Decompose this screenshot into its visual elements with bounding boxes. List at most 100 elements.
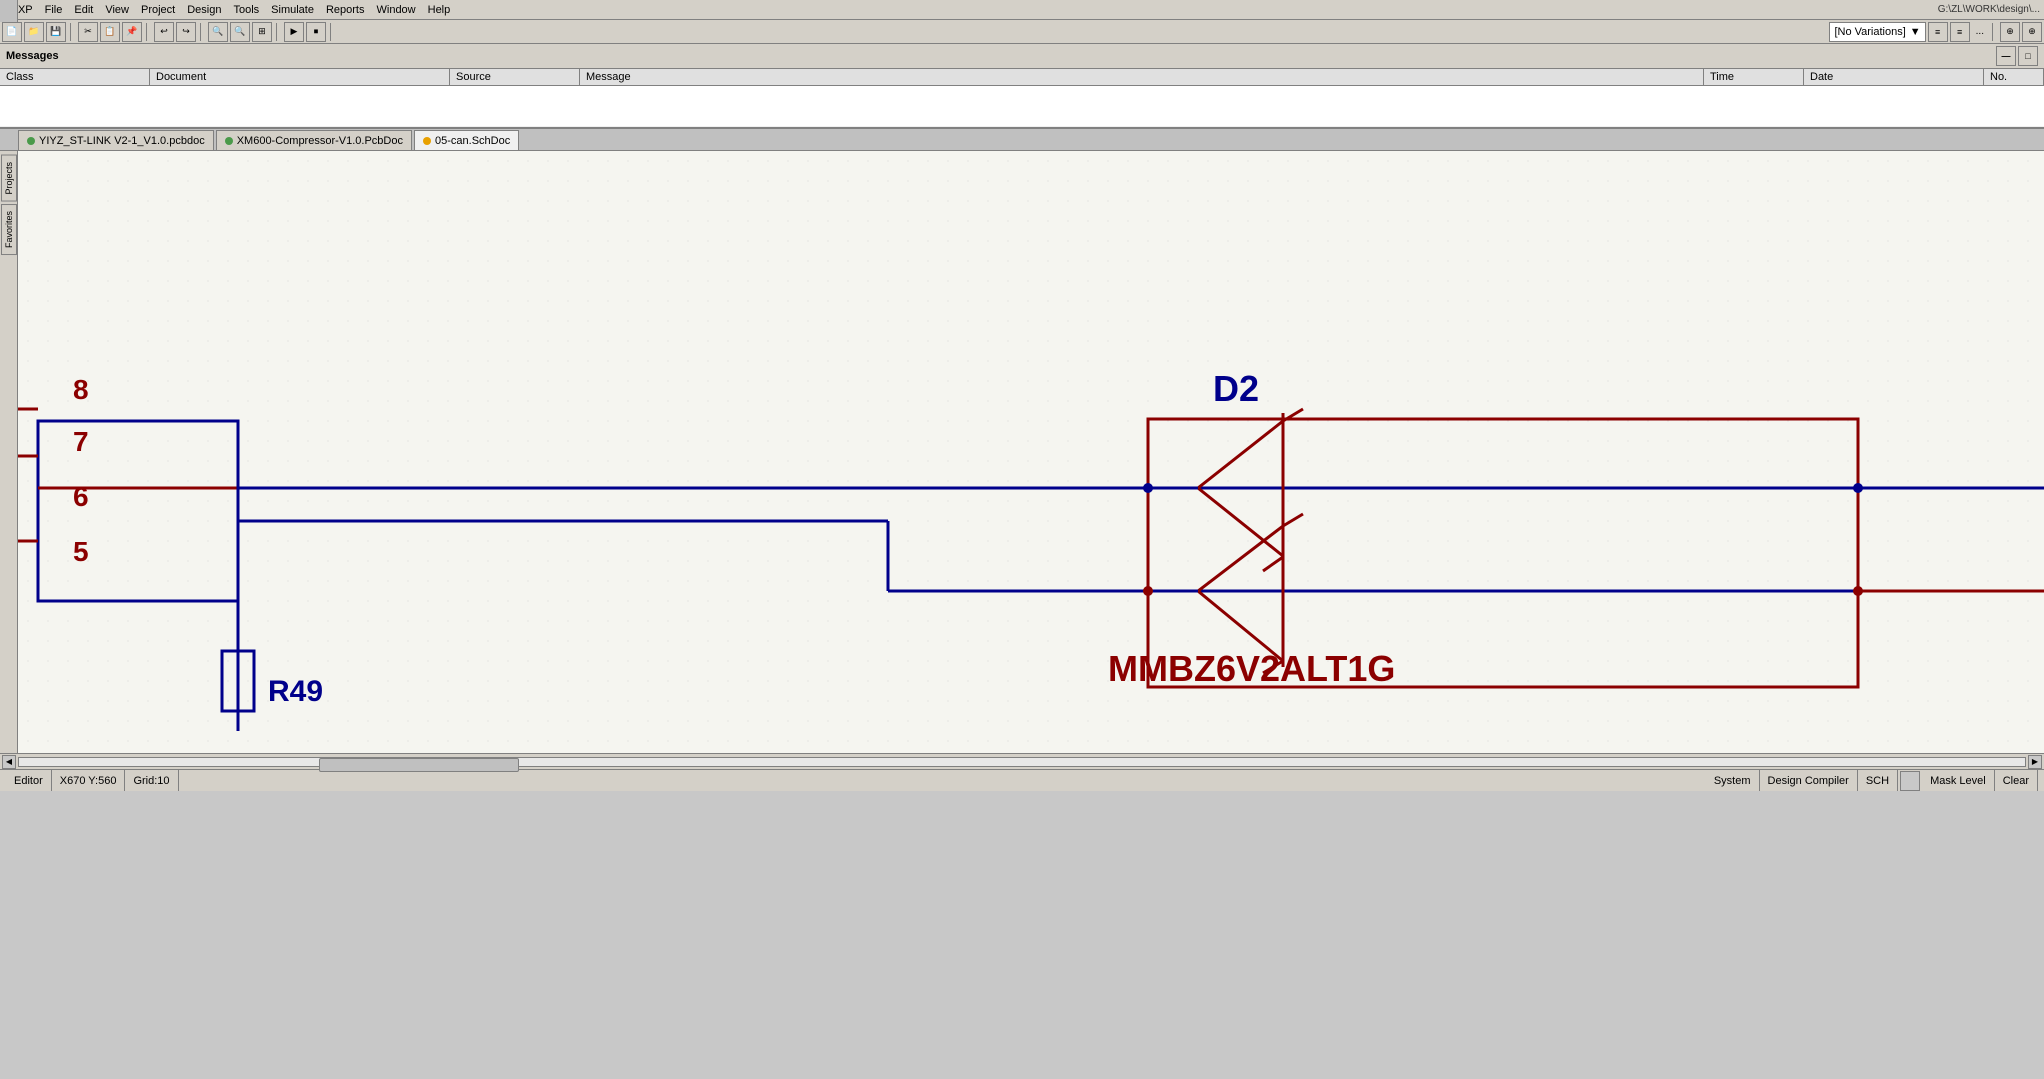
menu-bar: DXP File Edit View Project Design Tools …	[0, 0, 2044, 20]
scroll-bar-h[interactable]: ◀ ▶	[0, 753, 2044, 769]
tab-left-edge	[0, 0, 18, 22]
editor-label: Editor	[14, 775, 43, 787]
scroll-thumb-h[interactable]	[319, 758, 519, 772]
tab-label-1: YIYZ_ST-LINK V2-1_V1.0.pcbdoc	[39, 135, 205, 147]
tab-dot-2	[225, 137, 233, 145]
scroll-left-btn[interactable]: ◀	[2, 755, 16, 769]
zoom-fit-btn[interactable]: ⊞	[252, 22, 272, 42]
favorites-tab[interactable]: Favorites	[1, 204, 17, 255]
pin-7-label: 7	[73, 426, 89, 457]
menu-item-simulate[interactable]: Simulate	[265, 4, 320, 16]
part-label: MMBZ6V2ALT1G	[1108, 648, 1395, 689]
status-icon1	[1900, 771, 1920, 791]
sch-section[interactable]: SCH	[1858, 770, 1898, 791]
sch-label: SCH	[1866, 775, 1889, 787]
menu-item-tools[interactable]: Tools	[227, 4, 265, 16]
sep6	[1992, 23, 1996, 41]
pin-8-label: 8	[73, 374, 89, 405]
copy-btn[interactable]: 📋	[100, 22, 120, 42]
position-label: X670 Y:560	[60, 775, 117, 787]
schematic-svg: 8 7 6 5	[18, 151, 2044, 753]
tab-dot-1	[27, 137, 35, 145]
msg-minimize[interactable]: —	[1996, 46, 2016, 66]
col-document: Document	[150, 69, 450, 85]
grid-section: Grid:10	[125, 770, 178, 791]
col-date: Date	[1804, 69, 1984, 85]
design-compiler-label: Design Compiler	[1768, 775, 1849, 787]
tab-label-2: XM600-Compressor-V1.0.PcbDoc	[237, 135, 403, 147]
redo-btn[interactable]: ↪	[176, 22, 196, 42]
stop-btn[interactable]: ⏹	[306, 22, 326, 42]
sep1	[70, 23, 74, 41]
position-section: X670 Y:560	[52, 770, 126, 791]
tab-pcbdoc1[interactable]: YIYZ_ST-LINK V2-1_V1.0.pcbdoc	[18, 130, 214, 150]
projects-tab[interactable]: Projects	[1, 155, 17, 202]
sep3	[200, 23, 204, 41]
menu-item-view[interactable]: View	[99, 4, 135, 16]
mask-level-label: Mask Level	[1930, 775, 1986, 787]
menu-item-file[interactable]: File	[39, 4, 69, 16]
clear-label: Clear	[2003, 775, 2029, 787]
variation-label: [No Variations]	[1834, 26, 1905, 38]
editor-section: Editor	[6, 770, 52, 791]
open-btn[interactable]: 📁	[24, 22, 44, 42]
menu-item-reports[interactable]: Reports	[320, 4, 371, 16]
messages-title: Messages — □	[0, 44, 2044, 69]
zoom-out-btn[interactable]: 🔍	[230, 22, 250, 42]
menu-item-window[interactable]: Window	[371, 4, 422, 16]
scroll-track-h[interactable]	[18, 757, 2026, 767]
sep5	[330, 23, 334, 41]
undo-btn[interactable]: ↩	[154, 22, 174, 42]
left-panel: Projects Favorites	[0, 151, 18, 753]
zoom-in-btn[interactable]: 🔍	[208, 22, 228, 42]
new-btn[interactable]: 📄	[2, 22, 22, 42]
schematic-canvas[interactable]: 8 7 6 5	[18, 151, 2044, 753]
save-btn[interactable]: 💾	[46, 22, 66, 42]
dropdown-arrow: ▼	[1910, 26, 1921, 38]
junction-bot-right	[1853, 586, 1863, 596]
col-message: Message	[580, 69, 1704, 85]
grid-label: Grid:10	[133, 775, 169, 787]
variation-dropdown[interactable]: [No Variations] ▼	[1829, 22, 1925, 42]
menu-item-edit[interactable]: Edit	[68, 4, 99, 16]
tab-label-3: 05-can.SchDoc	[435, 135, 510, 147]
title-bar-path: G:\ZL\WORK\design\...	[1938, 4, 2040, 15]
messages-header: Class Document Source Message Time Date …	[0, 69, 2044, 86]
var-btn1[interactable]: ≡	[1928, 22, 1948, 42]
junction-bot-left	[1143, 586, 1153, 596]
r49-label: R49	[268, 675, 323, 708]
junction-top-left	[1143, 483, 1153, 493]
tab-bar: YIYZ_ST-LINK V2-1_V1.0.pcbdoc XM600-Comp…	[0, 129, 2044, 151]
msg-maximize[interactable]: □	[2018, 46, 2038, 66]
toolbar: 📄 📁 💾 ✂ 📋 📌 ↩ ↪ 🔍 🔍 ⊞ ▶ ⏹ [No Variations…	[0, 20, 2044, 44]
var-btn2[interactable]: ≡	[1950, 22, 1970, 42]
messages-content	[0, 86, 2044, 126]
menu-item-design[interactable]: Design	[181, 4, 227, 16]
paste-btn[interactable]: 📌	[122, 22, 142, 42]
right-btn2[interactable]: ⊕	[2022, 22, 2042, 42]
d2-label: D2	[1213, 368, 1259, 409]
col-class: Class	[0, 69, 150, 85]
mask-level-section[interactable]: Mask Level	[1922, 770, 1995, 791]
tab-schdoc[interactable]: 05-can.SchDoc	[414, 130, 519, 150]
main-area: Projects Favorites 8 7 6 5	[0, 151, 2044, 753]
messages-panel: Messages — □ Class Document Source Messa…	[0, 44, 2044, 129]
col-time: Time	[1704, 69, 1804, 85]
run-btn[interactable]: ▶	[284, 22, 304, 42]
toolbar-path-right: ...	[1976, 26, 1984, 37]
pin-6-label: 6	[73, 481, 89, 512]
tab-pcbdoc2[interactable]: XM600-Compressor-V1.0.PcbDoc	[216, 130, 412, 150]
menu-item-help[interactable]: Help	[422, 4, 457, 16]
status-bar: Editor X670 Y:560 Grid:10 System Design …	[0, 769, 2044, 791]
sep2	[146, 23, 150, 41]
cut-btn[interactable]: ✂	[78, 22, 98, 42]
tab-dot-3	[423, 137, 431, 145]
junction-top-right	[1853, 483, 1863, 493]
right-btn1[interactable]: ⊕	[2000, 22, 2020, 42]
design-compiler-section[interactable]: Design Compiler	[1760, 770, 1858, 791]
system-section[interactable]: System	[1706, 770, 1760, 791]
scroll-right-btn[interactable]: ▶	[2028, 755, 2042, 769]
menu-item-project[interactable]: Project	[135, 4, 181, 16]
messages-label: Messages	[6, 50, 59, 62]
clear-section[interactable]: Clear	[1995, 770, 2038, 791]
